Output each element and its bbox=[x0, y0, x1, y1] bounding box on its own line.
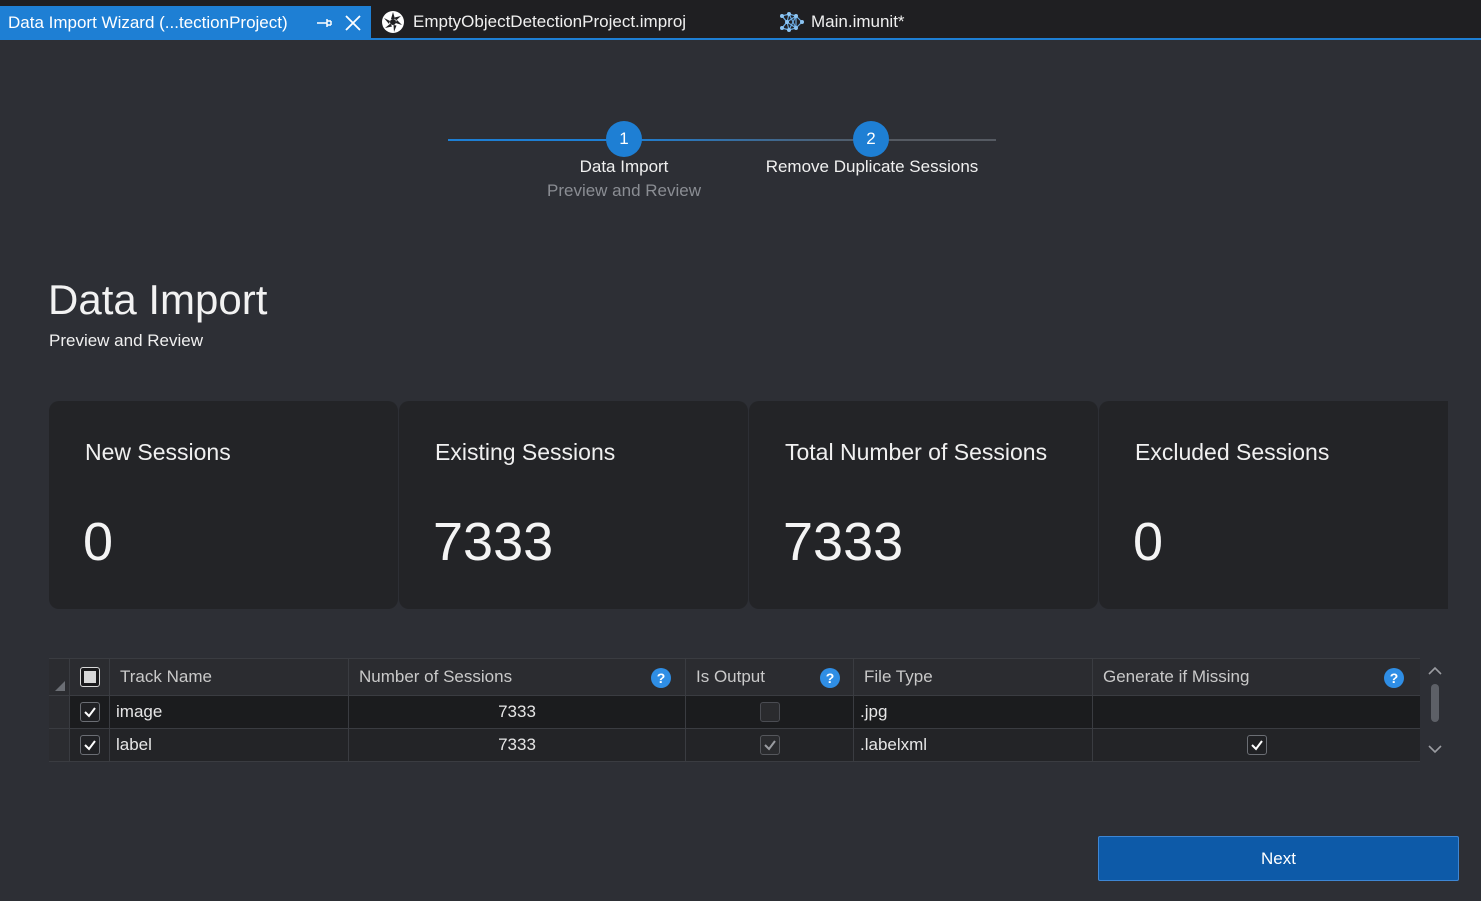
column-header-label: Is Output bbox=[696, 667, 765, 686]
generate-if-missing-checkbox[interactable] bbox=[1246, 735, 1267, 755]
row-select-cell[interactable] bbox=[70, 696, 110, 728]
grid-scrollbar[interactable] bbox=[1424, 658, 1446, 762]
checkmark-icon bbox=[1250, 740, 1263, 751]
tab-main-unit[interactable]: Main.imunit* bbox=[779, 6, 905, 38]
column-header-label: Number of Sessions bbox=[359, 667, 513, 686]
track-grid: Track Name Number of Sessions ? Is Outpu… bbox=[49, 658, 1420, 762]
grid-header: Track Name Number of Sessions ? Is Outpu… bbox=[49, 658, 1420, 696]
close-icon[interactable] bbox=[343, 13, 363, 33]
tab-label: Main.imunit* bbox=[811, 12, 905, 31]
table-row[interactable]: image 7333 .jpg bbox=[49, 696, 1420, 729]
help-icon[interactable]: ? bbox=[651, 668, 671, 688]
row-select-checkbox[interactable] bbox=[79, 735, 100, 755]
page-subtitle: Preview and Review bbox=[49, 331, 204, 350]
step-number: 2 bbox=[866, 129, 876, 148]
stat-label: Total Number of Sessions bbox=[785, 439, 1048, 465]
step-2-title: Remove Duplicate Sessions bbox=[765, 157, 979, 176]
pin-icon[interactable] bbox=[314, 13, 334, 33]
grid-corner[interactable] bbox=[49, 659, 70, 695]
tab-project-file[interactable]: EmptyObjectDetectionProject.improj bbox=[381, 6, 686, 38]
column-header-file-type[interactable]: File Type bbox=[854, 659, 1093, 695]
row-header[interactable] bbox=[49, 696, 70, 728]
table-row[interactable]: label 7333 .labelxml bbox=[49, 729, 1420, 762]
checkmark-icon bbox=[83, 707, 96, 718]
checkmark-icon bbox=[763, 740, 776, 751]
row-header[interactable] bbox=[49, 729, 70, 761]
is-output-checkbox[interactable] bbox=[759, 735, 780, 755]
help-icon[interactable]: ? bbox=[820, 668, 840, 688]
step-number: 1 bbox=[619, 129, 629, 148]
stat-label: New Sessions bbox=[85, 439, 231, 465]
stepper-progress-line bbox=[448, 139, 624, 141]
step-1-indicator[interactable]: 1 bbox=[606, 121, 642, 157]
stat-value: 7333 bbox=[783, 512, 904, 572]
column-header-track-name[interactable]: Track Name bbox=[110, 659, 349, 695]
file-type-cell: .jpg bbox=[854, 696, 1093, 728]
stat-card-existing-sessions: Existing Sessions 7333 bbox=[399, 401, 748, 609]
stat-value: 7333 bbox=[433, 512, 554, 572]
tab-label: EmptyObjectDetectionProject.improj bbox=[413, 12, 687, 31]
chevron-down-icon[interactable] bbox=[1426, 740, 1444, 758]
stepper-remaining-line bbox=[872, 139, 996, 141]
tab-label: Data Import Wizard (...tectionProject) bbox=[8, 13, 288, 32]
step-1-title: Data Import bbox=[579, 157, 669, 176]
track-name-cell: label bbox=[110, 729, 349, 761]
is-output-checkbox[interactable] bbox=[759, 702, 780, 722]
checkmark-icon bbox=[83, 740, 96, 751]
page-title: Data Import bbox=[48, 276, 268, 323]
generate-if-missing-cell bbox=[1093, 696, 1420, 728]
select-all-checkbox[interactable] bbox=[79, 667, 100, 687]
scrollbar-thumb[interactable] bbox=[1431, 684, 1439, 722]
session-stats: New Sessions 0 Existing Sessions 7333 To… bbox=[49, 401, 1448, 609]
stat-card-excluded-sessions: Excluded Sessions 0 bbox=[1099, 401, 1448, 609]
stepper-connector-line bbox=[624, 139, 872, 141]
tab-data-import-wizard[interactable]: Data Import Wizard (...tectionProject) bbox=[0, 6, 371, 40]
sessions-cell: 7333 bbox=[349, 729, 686, 761]
column-header-label: Generate if Missing bbox=[1103, 667, 1250, 686]
select-all-checkbox-cell[interactable] bbox=[70, 659, 110, 695]
row-select-cell[interactable] bbox=[70, 729, 110, 761]
next-button[interactable]: Next bbox=[1098, 836, 1459, 881]
corner-triangle-icon bbox=[55, 681, 65, 691]
generate-if-missing-cell[interactable] bbox=[1093, 729, 1420, 761]
help-icon[interactable]: ? bbox=[1384, 668, 1404, 688]
sessions-cell: 7333 bbox=[349, 696, 686, 728]
stat-label: Existing Sessions bbox=[435, 439, 616, 465]
network-icon bbox=[779, 10, 804, 34]
is-output-cell[interactable] bbox=[686, 696, 854, 728]
column-header-number-of-sessions[interactable]: Number of Sessions ? bbox=[349, 659, 686, 695]
row-select-checkbox[interactable] bbox=[79, 702, 100, 722]
project-icon bbox=[381, 10, 405, 34]
track-name-cell: image bbox=[110, 696, 349, 728]
document-tab-strip: Data Import Wizard (...tectionProject) E… bbox=[0, 0, 1481, 40]
stat-value: 0 bbox=[83, 512, 114, 572]
column-header-is-output[interactable]: Is Output ? bbox=[686, 659, 854, 695]
step-2-indicator[interactable]: 2 bbox=[853, 121, 889, 157]
stat-value: 0 bbox=[1133, 512, 1164, 572]
step-1-subtitle: Preview and Review bbox=[546, 181, 701, 200]
column-header-generate-if-missing[interactable]: Generate if Missing ? bbox=[1093, 659, 1420, 695]
stat-label: Excluded Sessions bbox=[1135, 439, 1330, 465]
stat-card-new-sessions: New Sessions 0 bbox=[49, 401, 398, 609]
chevron-up-icon[interactable] bbox=[1426, 662, 1444, 680]
is-output-cell[interactable] bbox=[686, 729, 854, 761]
file-type-cell: .labelxml bbox=[854, 729, 1093, 761]
stat-card-total-sessions: Total Number of Sessions 7333 bbox=[749, 401, 1098, 609]
